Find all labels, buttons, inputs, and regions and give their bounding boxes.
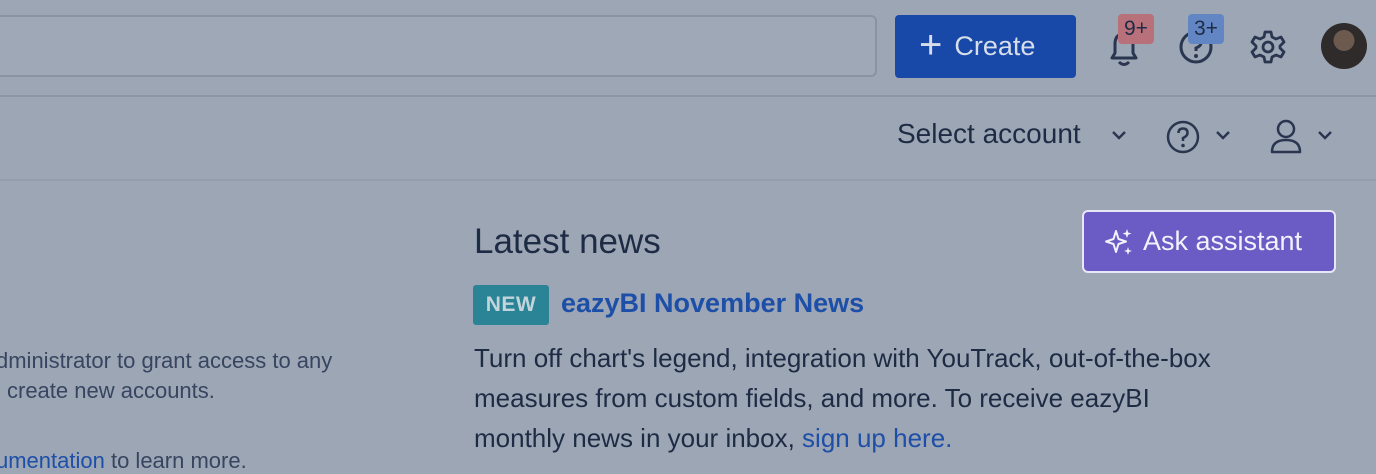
help-circle-icon [1166,120,1200,154]
chevron-down-icon[interactable] [1316,128,1334,142]
chevron-down-icon[interactable] [1214,128,1232,142]
news-body-line-2: measures from custom fields, and more. T… [474,383,1150,413]
create-button-label: Create [954,31,1036,61]
user-avatar[interactable] [1321,23,1367,69]
settings-button[interactable] [1250,29,1286,65]
sparkle-icon [1105,228,1132,255]
help-count-badge: 3+ [1188,14,1224,44]
news-headline-link[interactable]: eazyBI November News [561,288,864,319]
help-menu-button[interactable] [1165,119,1201,155]
access-info-line-2: create new accounts. [7,378,215,403]
select-account-dropdown[interactable]: Select account [897,118,1081,150]
documentation-link[interactable]: umentation [0,448,105,473]
learn-more-text: to learn more. [104,448,247,473]
news-body-line-3: monthly news in your inbox, sign up here… [474,418,1354,458]
gear-icon [1250,30,1286,64]
select-account-label: Select account [897,118,1081,149]
new-badge: NEW [473,285,549,325]
user-icon [1270,119,1302,154]
sign-up-link[interactable]: sign up here. [802,423,952,453]
news-body: Turn off chart's legend, integration wit… [474,338,1354,458]
create-button[interactable]: + Create [895,15,1076,78]
user-menu-button[interactable] [1268,118,1304,156]
top-navigation-bar: + Create 9+ 3+ [0,0,1376,97]
ask-assistant-label: Ask assistant [1143,226,1303,256]
ask-assistant-button[interactable]: Ask assistant [1082,210,1336,273]
search-input[interactable] [0,15,877,77]
access-info-line-1: dministrator to grant access to any [0,348,333,373]
news-body-line-3-text: monthly news in your inbox, [474,423,803,453]
news-body-line-1: Turn off chart's legend, integration wit… [474,343,1211,373]
chevron-down-icon[interactable] [1110,128,1128,142]
notifications-count-badge: 9+ [1118,14,1154,44]
access-info-line-3: umentation to learn more. [0,448,247,474]
plus-icon: + [919,23,943,67]
latest-news-heading: Latest news [474,222,661,261]
